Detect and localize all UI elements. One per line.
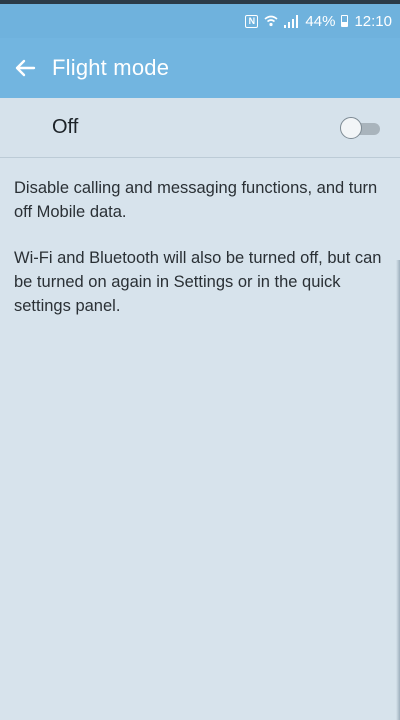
screen-edge xyxy=(396,260,400,720)
signal-icon xyxy=(284,14,299,28)
switch-thumb xyxy=(340,116,362,139)
toggle-label: Off xyxy=(52,116,79,138)
description-paragraph-2: Wi-Fi and Bluetooth will also be turned … xyxy=(14,249,382,315)
battery-percent: 44% xyxy=(305,12,336,30)
page-title: Flight mode xyxy=(52,55,170,80)
wifi-icon xyxy=(264,14,278,28)
flight-mode-screen: N 44% 12:10 Flight mode Off Disable call… xyxy=(0,0,400,720)
app-bar: Flight mode xyxy=(0,38,400,98)
description: Disable calling and messaging functions,… xyxy=(14,176,386,340)
battery-icon xyxy=(341,15,349,27)
status-bar: N 44% 12:10 xyxy=(0,4,400,38)
status-time: 12:10 xyxy=(354,12,392,30)
nfc-icon: N xyxy=(245,14,259,28)
description-paragraph-1: Disable calling and messaging functions,… xyxy=(14,179,378,221)
flight-mode-toggle-row[interactable]: Off xyxy=(0,98,400,158)
arrow-left-icon[interactable] xyxy=(12,55,38,81)
flight-mode-switch[interactable] xyxy=(340,116,382,139)
